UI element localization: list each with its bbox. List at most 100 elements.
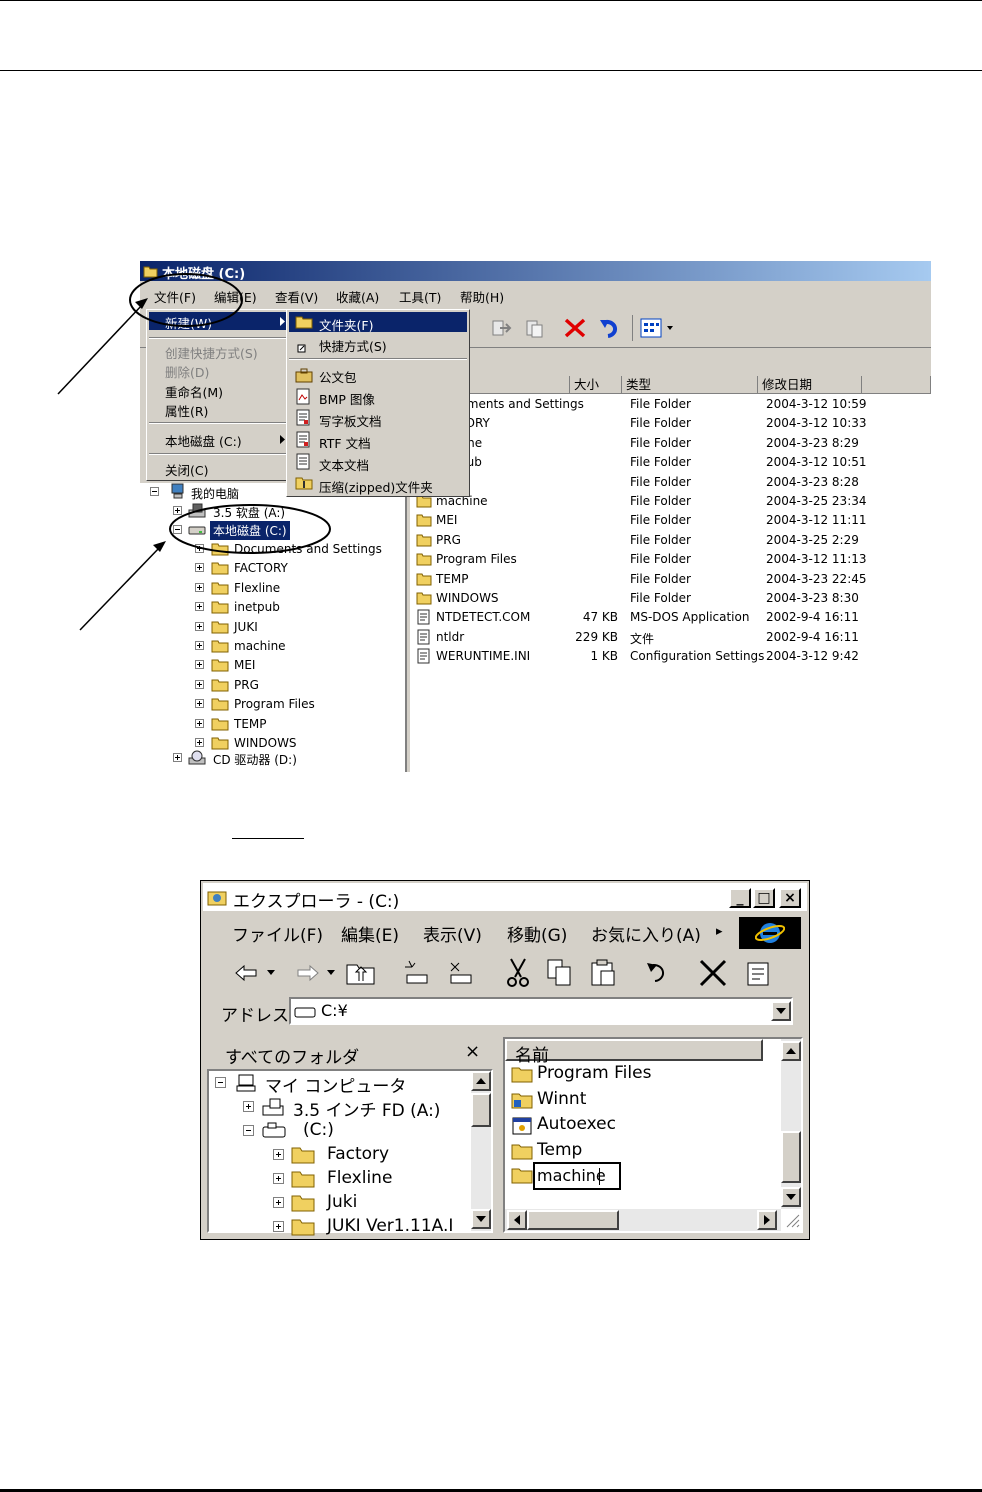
file-icon — [417, 609, 430, 625]
ie-logo-box — [739, 917, 801, 949]
menu-view[interactable]: 表示(V) — [423, 921, 482, 946]
tree-folder-label: Program Files — [234, 697, 315, 712]
list-scroll-up-button[interactable] — [781, 1041, 801, 1061]
arrow-line-2 — [79, 546, 161, 631]
file-type: File Folder — [630, 591, 691, 605]
list-horizontal-scrollbar[interactable] — [505, 1209, 781, 1231]
header-rule — [0, 70, 982, 71]
folder-icon — [416, 592, 432, 605]
column-header-size[interactable]: 大小 — [570, 376, 622, 394]
list-scroll-left-button[interactable] — [507, 1210, 527, 1230]
list-item-label: Autoexec — [537, 1114, 616, 1134]
file-row[interactable]: JUKIFile Folder2004-3-23 8:28 — [410, 473, 931, 492]
batch-file-icon — [512, 1117, 532, 1135]
folder-icon — [211, 659, 229, 672]
list-item-label: Temp — [537, 1139, 583, 1160]
file-list-pane: 名前 Program Files Winnt Autoexec Temp machin… — [503, 1037, 803, 1233]
rename-input[interactable]: machine — [533, 1162, 621, 1190]
file-name: PRG — [436, 532, 461, 547]
cut-icon[interactable] — [503, 957, 533, 989]
file-name: MEI — [436, 513, 458, 528]
folders-pane: マイ コンピュータ 3.5 インチ FD (A:) (C:) Factory Fl… — [207, 1069, 493, 1236]
properties-icon[interactable] — [743, 957, 775, 989]
menu-go[interactable]: 移動(G) — [507, 921, 567, 946]
close-button[interactable]: × — [779, 888, 801, 908]
folders-scrollbar[interactable] — [471, 1071, 491, 1231]
column-header-name[interactable]: 名前 — [505, 1039, 763, 1066]
scroll-thumb[interactable] — [471, 1093, 491, 1127]
address-input[interactable]: C:¥ — [289, 997, 793, 1025]
tree-folder-label: Juki — [327, 1192, 358, 1212]
folder-icon — [211, 718, 229, 731]
file-row[interactable]: WERUNTIME.INI 1 KB Configuration Settings 2… — [410, 647, 931, 666]
map-drive-icon[interactable] — [401, 959, 433, 987]
file-row[interactable]: FACTORYFile Folder2004-3-12 10:33 — [410, 414, 931, 433]
disconnect-drive-icon[interactable] — [445, 959, 477, 987]
tree-folder-label: JUKI Ver1.11A.I — [327, 1216, 454, 1236]
file-row[interactable]: MEI File Folder 2004-3-12 11:11 — [410, 511, 931, 530]
arrow-head-2 — [153, 541, 166, 552]
file-row[interactable]: Program Files File Folder 2004-3-12 11:13 — [410, 550, 931, 569]
chevron-right-icon — [764, 1215, 770, 1225]
list-vertical-scrollbar[interactable] — [781, 1039, 801, 1209]
back-icon[interactable] — [233, 961, 279, 985]
file-row[interactable]: TEMP File Folder 2004-3-23 22:45 — [410, 570, 931, 589]
file-row[interactable]: FlexlineFile Folder2004-3-23 8:29 — [410, 434, 931, 453]
menu-help[interactable]: 帮助(H) — [460, 287, 504, 306]
delete-icon[interactable] — [562, 316, 588, 340]
forward-icon[interactable] — [295, 961, 341, 985]
file-type: File Folder — [630, 513, 691, 528]
file-type: File Folder — [630, 435, 691, 450]
column-header-blank — [862, 376, 931, 394]
scroll-up-button[interactable] — [471, 1071, 491, 1091]
file-type: File Folder — [630, 532, 691, 547]
arrow-head-1 — [135, 298, 148, 309]
file-size: 229 KB — [575, 629, 618, 644]
file-date: 2004-3-12 11:13 — [766, 552, 867, 567]
file-row[interactable]: PRG File Folder 2004-3-25 2:29 — [410, 531, 931, 550]
file-row[interactable]: ntldr 229 KB 文件 2002-9-4 16:11 — [410, 628, 931, 647]
menu-chevron[interactable]: ▸ — [716, 924, 723, 939]
list-hscroll-thumb[interactable] — [527, 1210, 619, 1230]
file-row[interactable]: WINDOWS File Folder 2004-3-23 8:30 — [410, 589, 931, 608]
file-date: 2002-9-4 16:11 — [766, 629, 859, 644]
undo-icon[interactable] — [598, 316, 624, 340]
list-item-label: Winnt — [537, 1088, 587, 1109]
copy-icon[interactable] — [545, 957, 575, 989]
list-scroll-down-button[interactable] — [781, 1187, 801, 1207]
menu-file[interactable]: ファイル(F) — [232, 921, 323, 946]
delete-icon[interactable] — [697, 957, 729, 989]
scroll-down-button[interactable] — [471, 1209, 491, 1229]
maximize-button[interactable]: □ — [753, 888, 775, 908]
folder-icon — [291, 1171, 315, 1188]
up-folder-icon[interactable] — [345, 959, 377, 987]
file-type: File Folder — [630, 474, 691, 489]
underline-mark — [232, 838, 304, 839]
file-row[interactable]: machine File Folder 2004-3-25 23:34 — [410, 492, 931, 511]
file-row[interactable]: Documents and Settings File Folder 2004-3-… — [410, 395, 931, 414]
folders-pane-close-icon[interactable]: × — [465, 1041, 480, 1062]
file-type: File Folder — [630, 397, 691, 411]
address-dropdown-button[interactable] — [771, 1001, 791, 1021]
folders-pane-title: すべてのフォルダ — [225, 1048, 360, 1068]
column-header-date[interactable]: 修改日期 — [758, 376, 862, 394]
file-row[interactable]: NTDETECT.COM 47 KB MS-DOS Application 2002-… — [410, 608, 931, 627]
menu-edit[interactable]: 編集(E) — [341, 921, 399, 946]
minimize-button[interactable]: _ — [729, 888, 751, 908]
undo-icon[interactable] — [643, 959, 677, 987]
menu-tools[interactable]: 工具(T) — [399, 287, 441, 306]
resize-grip-icon[interactable] — [783, 1211, 801, 1229]
paste-icon[interactable] — [589, 957, 619, 989]
folders-pane-header: すべてのフォルダ × — [207, 1039, 493, 1069]
move-to-icon[interactable] — [490, 317, 514, 339]
file-date: 2004-3-12 10:59 — [766, 397, 867, 411]
tree-folder-label: PRG — [234, 677, 259, 692]
copy-to-icon[interactable] — [524, 317, 548, 339]
file-row[interactable]: inetpubFile Folder2004-3-12 10:51 — [410, 453, 931, 472]
menu-favorites[interactable]: お気に入り(A) — [591, 921, 701, 946]
list-scroll-thumb[interactable] — [781, 1131, 801, 1183]
column-header-type[interactable]: 类型 — [622, 376, 758, 394]
views-icon[interactable] — [640, 317, 676, 339]
list-scroll-right-button[interactable] — [757, 1210, 777, 1230]
tree-folder-label: WINDOWS — [234, 736, 297, 750]
